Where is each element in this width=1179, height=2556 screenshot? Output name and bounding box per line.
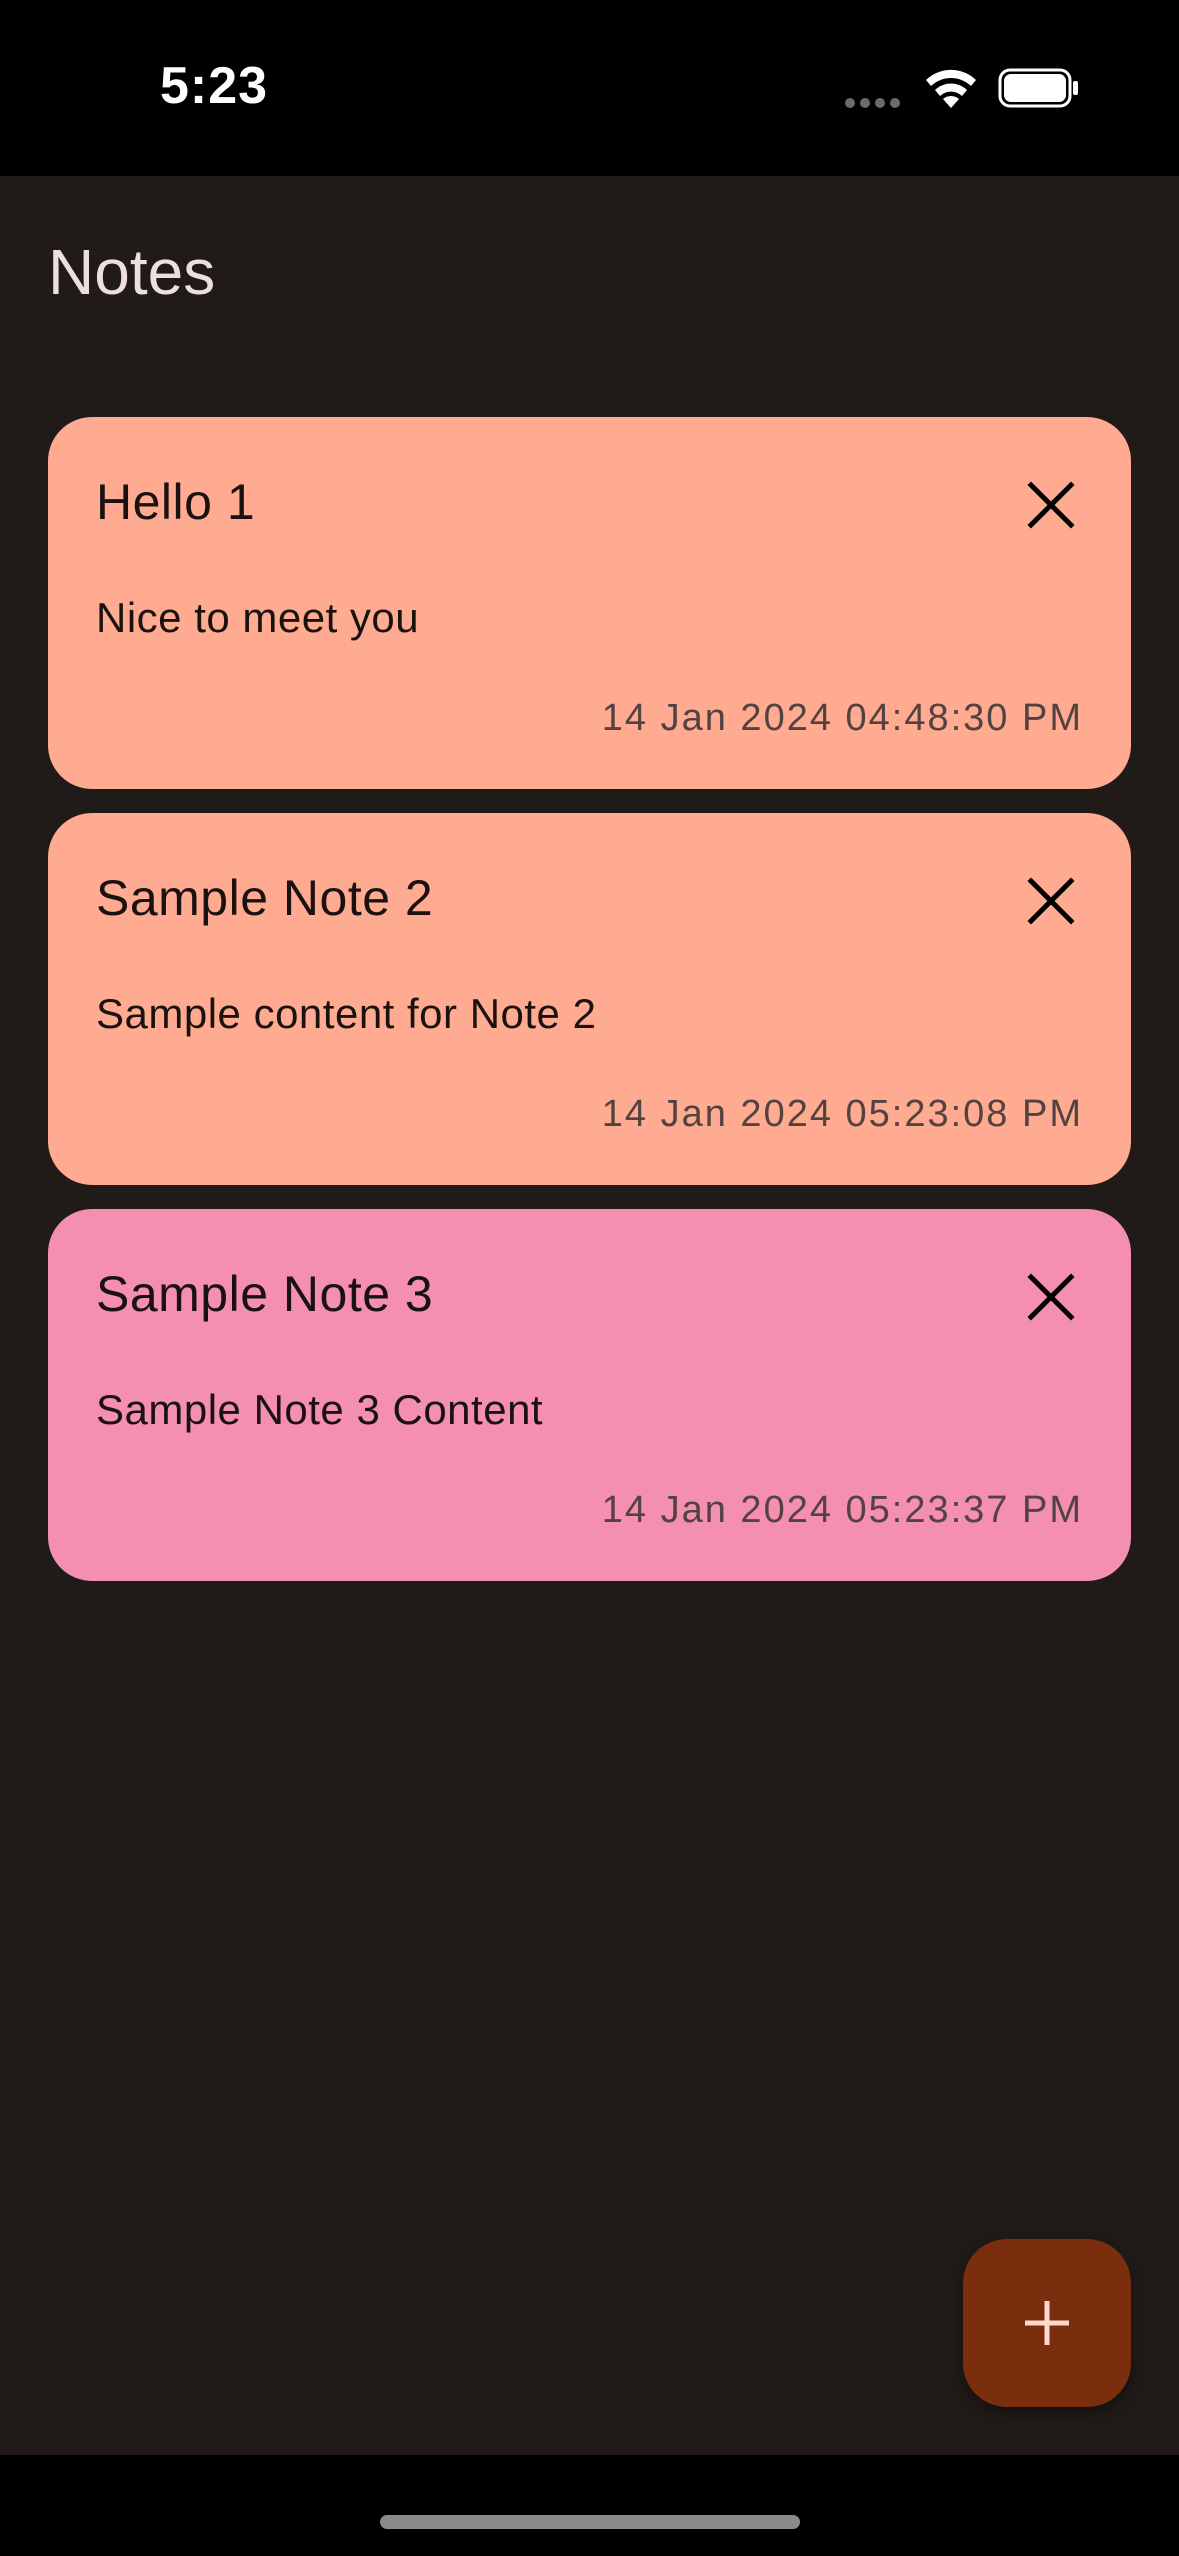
home-indicator[interactable] bbox=[380, 2515, 800, 2529]
close-icon bbox=[1027, 1273, 1075, 1321]
note-list: Hello 1 Nice to meet you 14 Jan 2024 04:… bbox=[48, 417, 1131, 1605]
note-content: Sample Note 3 Content bbox=[96, 1386, 544, 1433]
note-date: 14 Jan 2024 05:23:37 PM bbox=[601, 1489, 1083, 1531]
delete-note-button[interactable] bbox=[1019, 473, 1083, 537]
note-content: Sample content for Note 2 bbox=[96, 990, 597, 1037]
status-time: 5:23 bbox=[160, 57, 269, 115]
note-card[interactable]: Sample Note 3 Sample Note 3 Content 14 J… bbox=[48, 1209, 1131, 1581]
note-title: Sample Note 2 bbox=[96, 870, 434, 926]
delete-note-button[interactable] bbox=[1019, 869, 1083, 933]
close-icon bbox=[1027, 481, 1075, 529]
note-date: 14 Jan 2024 05:23:08 PM bbox=[601, 1093, 1083, 1135]
wifi-icon bbox=[926, 69, 976, 108]
note-title: Sample Note 3 bbox=[96, 1266, 434, 1322]
plus-icon bbox=[1025, 2301, 1069, 2345]
delete-note-button[interactable] bbox=[1019, 1265, 1083, 1329]
note-content: Nice to meet you bbox=[96, 594, 420, 641]
note-title: Hello 1 bbox=[96, 474, 256, 530]
note-date: 14 Jan 2024 04:48:30 PM bbox=[601, 697, 1083, 739]
cellular-signal-icon bbox=[845, 95, 905, 108]
battery-icon bbox=[998, 68, 1078, 108]
bottom-bar bbox=[0, 2455, 1179, 2556]
status-bar: 5:23 bbox=[0, 0, 1179, 176]
close-icon bbox=[1027, 877, 1075, 925]
page-title: Notes bbox=[48, 236, 216, 308]
note-card[interactable]: Sample Note 2 Sample content for Note 2 … bbox=[48, 813, 1131, 1185]
note-card[interactable]: Hello 1 Nice to meet you 14 Jan 2024 04:… bbox=[48, 417, 1131, 789]
add-note-button[interactable] bbox=[963, 2239, 1131, 2407]
